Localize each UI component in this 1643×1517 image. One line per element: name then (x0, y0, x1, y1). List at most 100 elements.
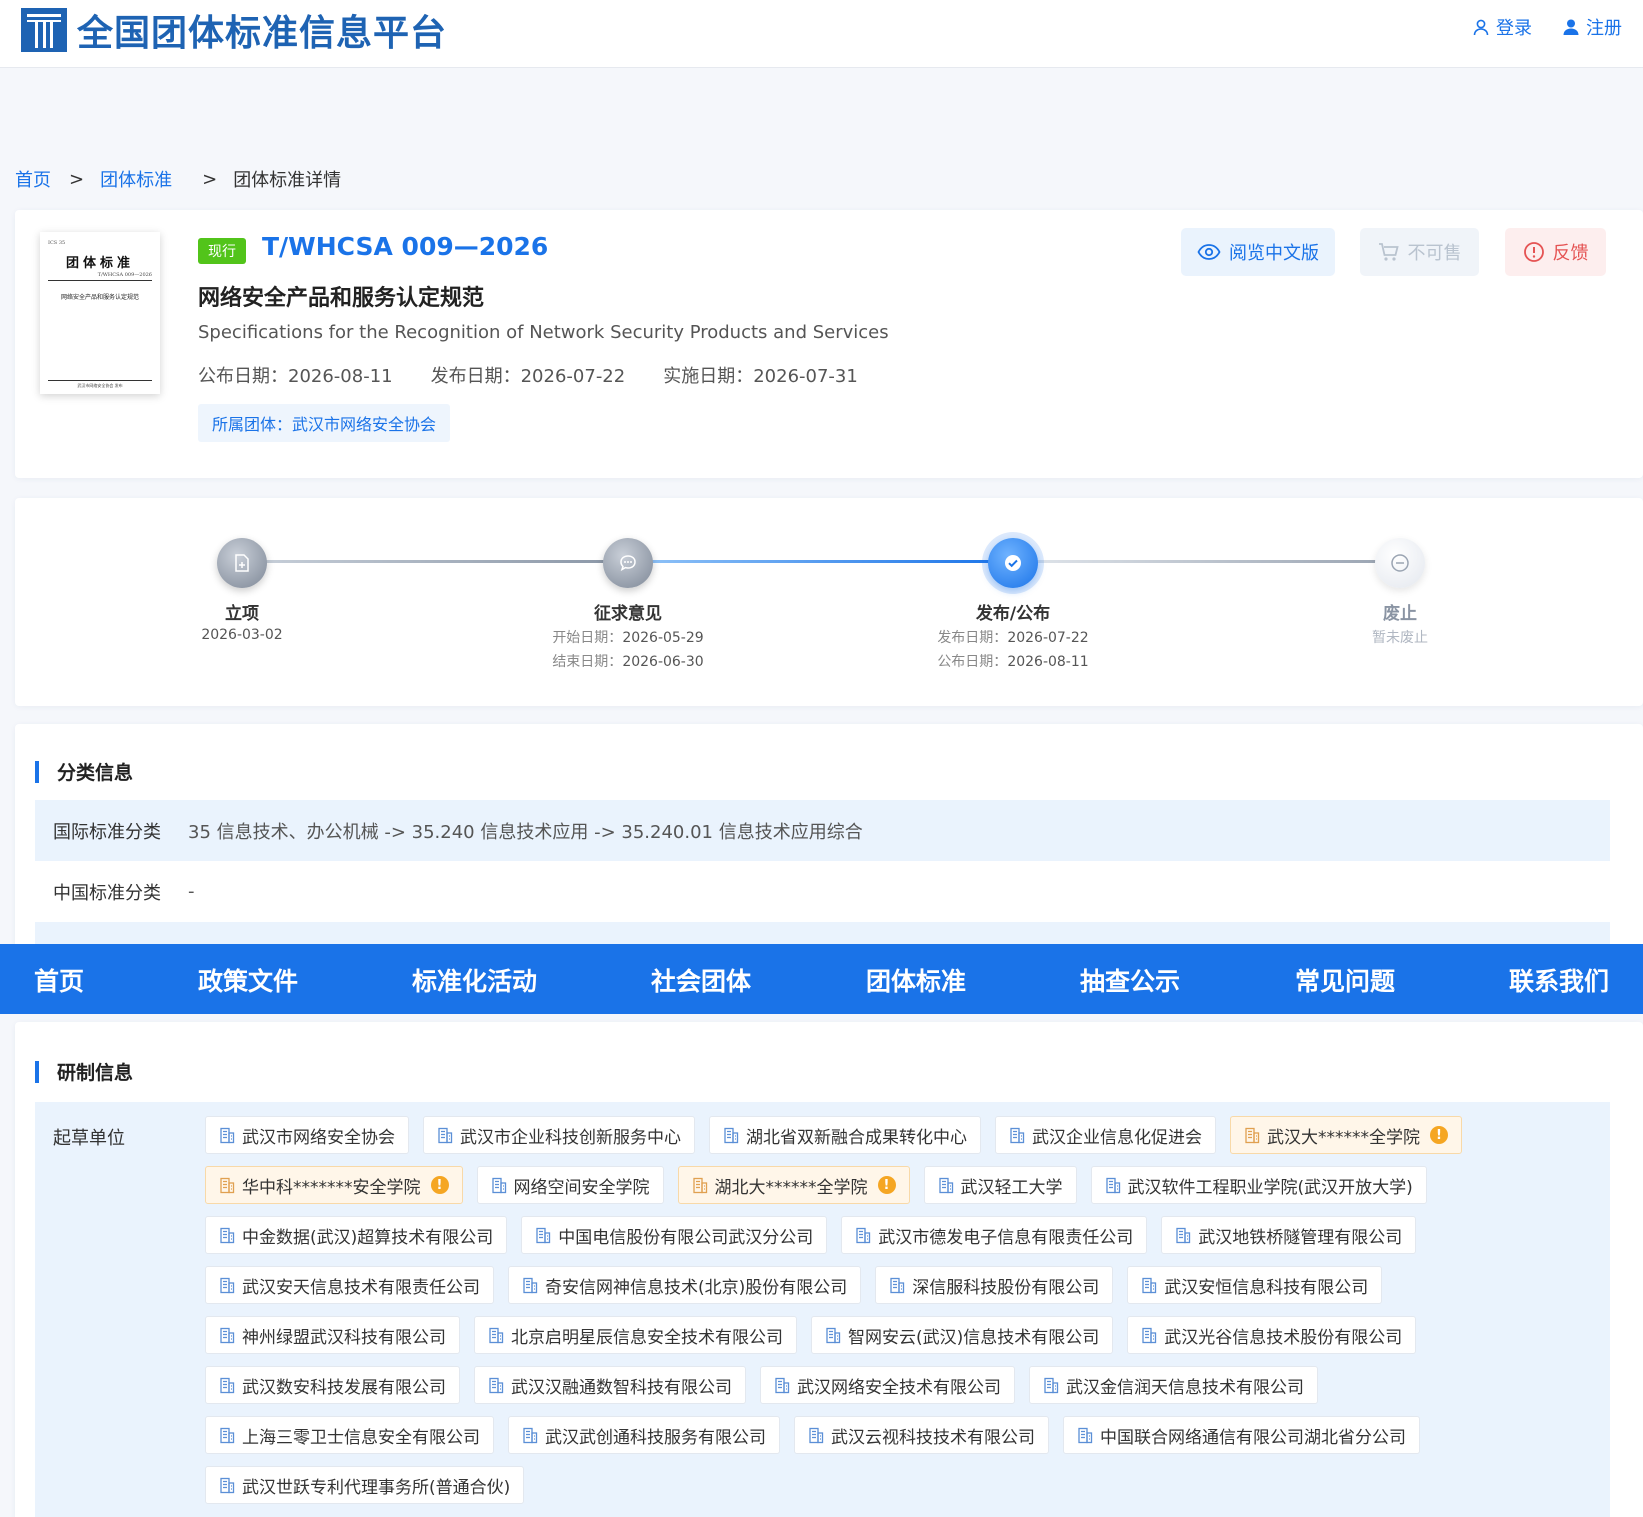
draft-unit-name: 武汉软件工程职业学院(武汉开放大学) (1127, 1177, 1413, 1198)
draft-unit-chip[interactable]: 华中科*******安全学院! (205, 1166, 463, 1204)
nav-group-standards[interactable]: 团体标准 (866, 962, 966, 998)
draft-unit-chip[interactable]: 奇安信网神信息技术(北京)股份有限公司 (508, 1266, 862, 1304)
draft-unit-chip[interactable]: 湖北大******全学院! (677, 1166, 910, 1204)
breadcrumb-separator: > (202, 168, 218, 190)
draft-unit-chip[interactable]: 武汉大******全学院! (1230, 1116, 1462, 1154)
breadcrumb: 首页 > 团体标准 > 团体标准详情 (15, 166, 341, 192)
feedback-button[interactable]: 反馈 (1505, 228, 1606, 276)
nav-contact[interactable]: 联系我们 (1509, 962, 1609, 998)
timeline-node-initiation (217, 538, 267, 588)
draft-unit-name: 武汉大******全学院 (1267, 1127, 1420, 1148)
draft-unit-chip[interactable]: 武汉数安科技发展有限公司 (205, 1366, 460, 1404)
draft-unit-chip[interactable]: 深信服科技股份有限公司 (875, 1266, 1114, 1304)
draft-unit-name: 武汉市网络安全协会 (242, 1127, 395, 1148)
draft-unit-chip[interactable]: 北京启明星辰信息安全技术有限公司 (474, 1316, 797, 1354)
standard-dates: 公布日期：2026-08-11 发布日期：2026-07-22 实施日期：202… (198, 362, 858, 388)
draft-unit-name: 武汉汉融通数智科技有限公司 (511, 1377, 732, 1398)
draft-unit-chip[interactable]: 武汉安恒信息科技有限公司 (1127, 1266, 1383, 1304)
nav-organizations[interactable]: 社会团体 (651, 962, 751, 998)
section-title-text: 研制信息 (57, 1062, 134, 1084)
draft-unit-chip[interactable]: 武汉地铁桥隧管理有限公司 (1161, 1216, 1417, 1254)
register-link[interactable]: 注册 (1562, 14, 1622, 40)
check-circle-icon (1005, 555, 1021, 571)
nav-home[interactable]: 首页 (34, 962, 84, 998)
building-icon (1141, 1277, 1157, 1294)
draft-unit-chip[interactable]: 武汉市网络安全协会 (205, 1116, 409, 1154)
breadcrumb-home[interactable]: 首页 (15, 166, 51, 192)
building-icon (219, 1127, 235, 1144)
draft-unit-chip[interactable]: 武汉轻工大学 (923, 1166, 1077, 1204)
standard-cover-thumbnail[interactable]: ICS 35 团体标准 T/WHCSA 009—2026 网络安全产品和服务认定… (40, 232, 160, 394)
nav-faq[interactable]: 常见问题 (1295, 962, 1395, 998)
ics-label: 国际标准分类 (53, 821, 161, 843)
draft-unit-chip[interactable]: 武汉安天信息技术有限责任公司 (205, 1266, 494, 1304)
building-icon (437, 1127, 453, 1144)
timeline-connector (1028, 560, 1390, 563)
draft-unit-chip[interactable]: 中国联合网络通信有限公司湖北省分公司 (1063, 1416, 1420, 1454)
org-tag[interactable]: 所属团体：武汉市网络安全协会 (198, 404, 451, 442)
building-icon (488, 1377, 504, 1394)
draft-unit-chip[interactable]: 网络空间安全学院 (476, 1166, 664, 1204)
standard-code: T/WHCSA 009—2026 (262, 232, 549, 261)
draft-unit-chip[interactable]: 武汉网络安全技术有限公司 (760, 1366, 1015, 1404)
draft-unit-chip[interactable]: 武汉汉融通数智科技有限公司 (474, 1366, 746, 1404)
draft-unit-chip[interactable]: 武汉企业信息化促进会 (995, 1116, 1216, 1154)
draft-unit-chip[interactable]: 武汉武创通科技服务有限公司 (508, 1416, 780, 1454)
draft-unit-chip[interactable]: 中国电信股份有限公司武汉分公司 (521, 1216, 828, 1254)
draft-unit-name: 中国联合网络通信有限公司湖北省分公司 (1100, 1427, 1406, 1448)
draft-unit-name: 华中科*******安全学院 (242, 1177, 421, 1198)
draft-unit-chip[interactable]: 武汉光谷信息技术股份有限公司 (1127, 1316, 1417, 1354)
ics-row: 国际标准分类 35 信息技术、办公机械 -> 35.240 信息技术应用 -> … (35, 800, 1610, 861)
draft-unit-chip[interactable]: 上海三零卫士信息安全有限公司 (205, 1416, 494, 1454)
timeline-key: 结束日期： (552, 654, 623, 670)
draft-unit-name: 湖北省双新融合成果转化中心 (746, 1127, 967, 1148)
draft-unit-chip[interactable]: 武汉软件工程职业学院(武汉开放大学) (1090, 1166, 1427, 1204)
nav-policy[interactable]: 政策文件 (198, 962, 298, 998)
warning-icon: ! (1430, 1126, 1448, 1144)
timeline-value: 2026-05-29 (622, 630, 704, 646)
nav-inspection[interactable]: 抽查公示 (1080, 962, 1180, 998)
chat-bubble-icon (620, 555, 636, 572)
timeline-value: 2026-06-30 (622, 654, 704, 670)
draft-unit-chip[interactable]: 湖北省双新融合成果转化中心 (709, 1116, 981, 1154)
draft-unit-name: 武汉企业信息化促进会 (1032, 1127, 1202, 1148)
draft-unit-chip[interactable]: 智网安云(武汉)信息技术有限公司 (811, 1316, 1114, 1354)
draft-unit-name: 武汉安天信息技术有限责任公司 (242, 1277, 480, 1298)
buy-label: 不可售 (1407, 243, 1462, 264)
timeline-node-publish (988, 538, 1038, 588)
nav-activities[interactable]: 标准化活动 (412, 962, 537, 998)
draft-unit-name: 武汉武创通科技服务有限公司 (545, 1427, 766, 1448)
cover-name: 网络安全产品和服务认定规范 (60, 294, 139, 301)
timeline-key: 发布日期： (937, 630, 1008, 646)
building-icon (855, 1227, 871, 1244)
login-link[interactable]: 登录 (1472, 14, 1532, 40)
draft-unit-name: 智网安云(武汉)信息技术有限公司 (848, 1327, 1100, 1348)
site-logo[interactable]: 全国团体标准信息平台 (21, 4, 447, 56)
building-icon (723, 1127, 739, 1144)
draft-unit-chip[interactable]: 武汉云视科技技术有限公司 (794, 1416, 1049, 1454)
cover-heading: 团体标准 (65, 256, 134, 271)
draft-unit-name: 中国电信股份有限公司武汉分公司 (558, 1227, 814, 1248)
login-label: 登录 (1496, 18, 1532, 39)
buy-button[interactable]: 不可售 (1360, 228, 1479, 276)
draft-unit-chip[interactable]: 武汉市德发电子信息有限责任公司 (841, 1216, 1148, 1254)
draft-unit-name: 深信服科技股份有限公司 (912, 1277, 1100, 1298)
draft-unit-chip[interactable]: 中金数据(武汉)超算技术有限公司 (205, 1216, 508, 1254)
cover-ics: ICS 35 (48, 240, 66, 246)
status-badge: 现行 (198, 238, 246, 264)
draft-unit-chip[interactable]: 武汉金信润天信息技术有限公司 (1029, 1366, 1318, 1404)
draft-unit-chip[interactable]: 武汉世跃专利代理事务所(普通合伙) (205, 1466, 525, 1504)
timeline-note: 暂未废止 (1372, 630, 1428, 646)
building-icon (808, 1427, 824, 1444)
breadcrumb-group-standard[interactable]: 团体标准 (100, 166, 172, 192)
lifecycle-timeline-card: 立项 2026-03-02 征求意见 开始日期：2026-05-29 结束日期：… (15, 498, 1643, 706)
draft-unit-chip[interactable]: 神州绿盟武汉科技有限公司 (205, 1316, 460, 1354)
breadcrumb-current: 团体标准详情 (233, 170, 342, 191)
document-plus-icon (235, 554, 249, 572)
cover-divider (48, 380, 152, 381)
read-chinese-button[interactable]: 阅览中文版 (1181, 228, 1335, 276)
draft-unit-chip[interactable]: 武汉市企业科技创新服务中心 (423, 1116, 695, 1154)
feedback-label: 反馈 (1552, 243, 1589, 264)
eye-icon (1197, 244, 1221, 260)
timeline-node-comment (603, 538, 653, 588)
